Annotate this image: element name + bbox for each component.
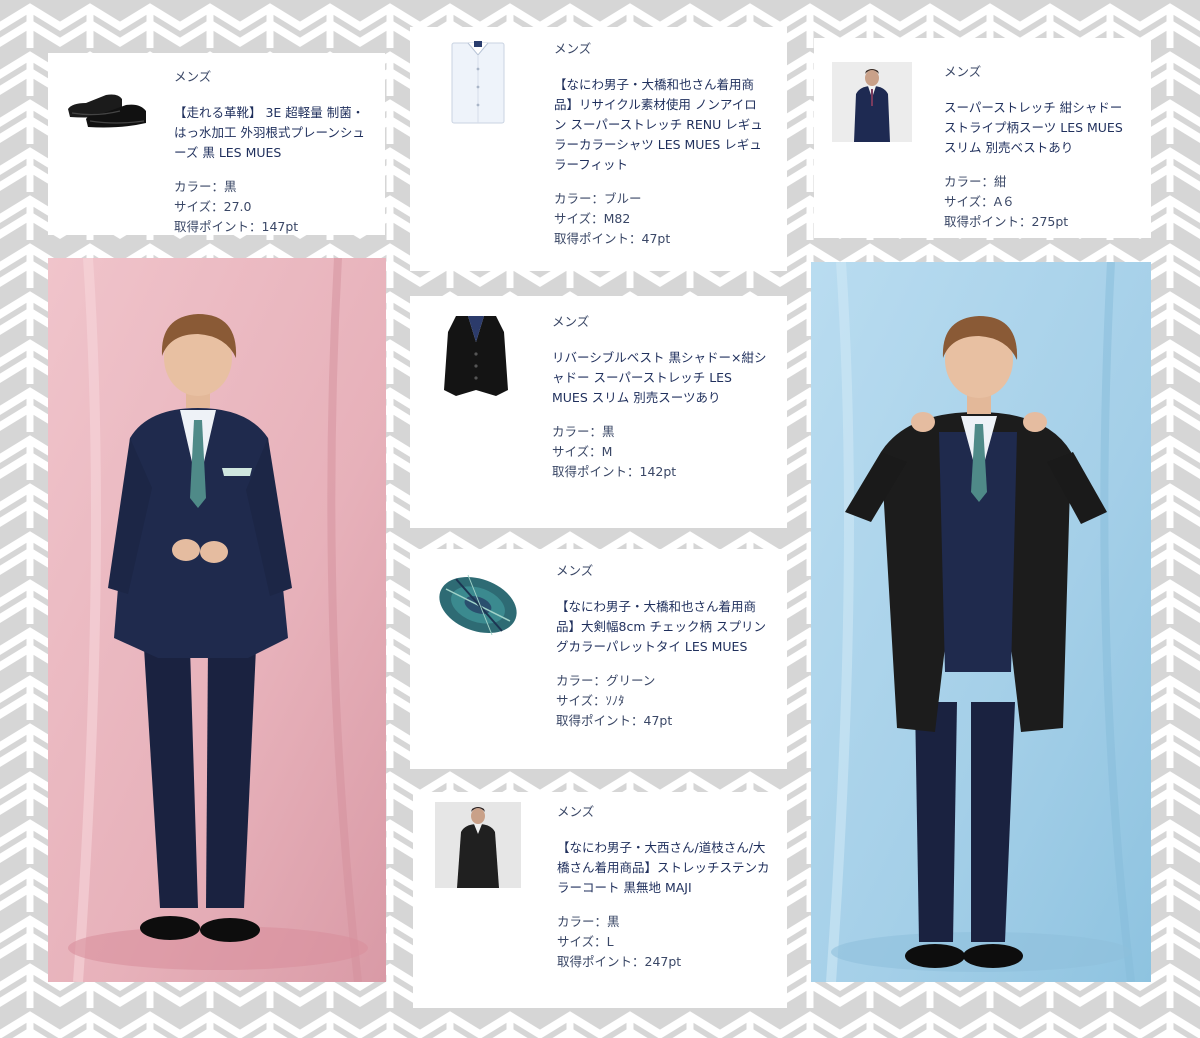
product-category: メンズ xyxy=(557,804,595,819)
product-size: サイズ：L xyxy=(557,934,614,949)
product-category: メンズ xyxy=(554,41,592,56)
product-card-coat[interactable]: メンズ 【なにわ男子・大西さん/道枝さん/大橋さん着用商品】ストレッチステンカラ… xyxy=(413,792,787,1008)
product-name[interactable]: スーパーストレッチ 紺シャドーストライプ柄スーツ LES MUES スリム 別売… xyxy=(944,98,1134,158)
product-name[interactable]: 【なにわ男子・大橋和也さん着用商品】大剣幅8cm チェック柄 スプリングカラーパ… xyxy=(556,597,770,657)
black-shoes-icon xyxy=(60,73,160,137)
product-category: メンズ xyxy=(174,69,212,84)
product-color: カラー：黒 xyxy=(174,179,237,194)
product-points: 取得ポイント：47pt xyxy=(554,231,671,246)
product-color: カラー：グリーン xyxy=(556,673,656,688)
product-card-shoes[interactable]: メンズ 【走れる革靴】 3E 超軽量 制菌・はっ水加工 外羽根式プレーンシューズ… xyxy=(48,53,385,235)
plaid-tie-icon xyxy=(432,565,522,645)
product-points: 取得ポイント：247pt xyxy=(557,954,682,969)
product-size: サイズ：27.0 xyxy=(174,199,252,214)
product-category: メンズ xyxy=(552,314,590,329)
product-name[interactable]: 【なにわ男子・大西さん/道枝さん/大橋さん着用商品】ストレッチステンカラーコート… xyxy=(557,838,773,898)
product-size: サイズ：ｿﾉﾀ xyxy=(556,693,625,708)
product-points: 取得ポイント：147pt xyxy=(174,219,299,234)
product-card-vest[interactable]: メンズ リバーシブルベスト 黒シャドー×紺シャドー スーパーストレッチ LES … xyxy=(410,296,787,528)
product-color: カラー：黒 xyxy=(557,914,620,929)
product-category: メンズ xyxy=(944,64,982,79)
product-name[interactable]: 【なにわ男子・大橋和也さん着用商品】リサイクル素材使用 ノンアイロン スーパース… xyxy=(554,75,766,175)
product-card-tie[interactable]: メンズ 【なにわ男子・大橋和也さん着用商品】大剣幅8cm チェック柄 スプリング… xyxy=(410,549,787,769)
product-name[interactable]: 【走れる革靴】 3E 超軽量 制菌・はっ水加工 外羽根式プレーンシューズ 黒 L… xyxy=(174,103,374,163)
folded-shirt-icon xyxy=(446,39,510,127)
suit-model-icon xyxy=(832,62,912,142)
product-points: 取得ポイント：47pt xyxy=(556,713,673,728)
vest-icon xyxy=(438,312,514,400)
product-card-shirt[interactable]: メンズ 【なにわ男子・大橋和也さん着用商品】リサイクル素材使用 ノンアイロン ス… xyxy=(410,27,787,271)
product-card-suit[interactable]: メンズ スーパーストレッチ 紺シャドーストライプ柄スーツ LES MUES スリ… xyxy=(814,38,1151,238)
product-color: カラー：ブルー xyxy=(554,191,642,206)
model-photo-suit xyxy=(48,258,386,982)
product-size: サイズ：A６ xyxy=(944,194,1015,209)
product-category: メンズ xyxy=(556,563,594,578)
model-photo-coat xyxy=(811,262,1151,982)
product-size: サイズ：M xyxy=(552,444,613,459)
product-points: 取得ポイント：142pt xyxy=(552,464,677,479)
coat-model-icon xyxy=(435,802,521,888)
product-points: 取得ポイント：275pt xyxy=(944,214,1069,229)
product-color: カラー：黒 xyxy=(552,424,615,439)
product-name[interactable]: リバーシブルベスト 黒シャドー×紺シャドー スーパーストレッチ LES MUES… xyxy=(552,348,768,408)
product-size: サイズ：M82 xyxy=(554,211,631,226)
product-color: カラー：紺 xyxy=(944,174,1007,189)
